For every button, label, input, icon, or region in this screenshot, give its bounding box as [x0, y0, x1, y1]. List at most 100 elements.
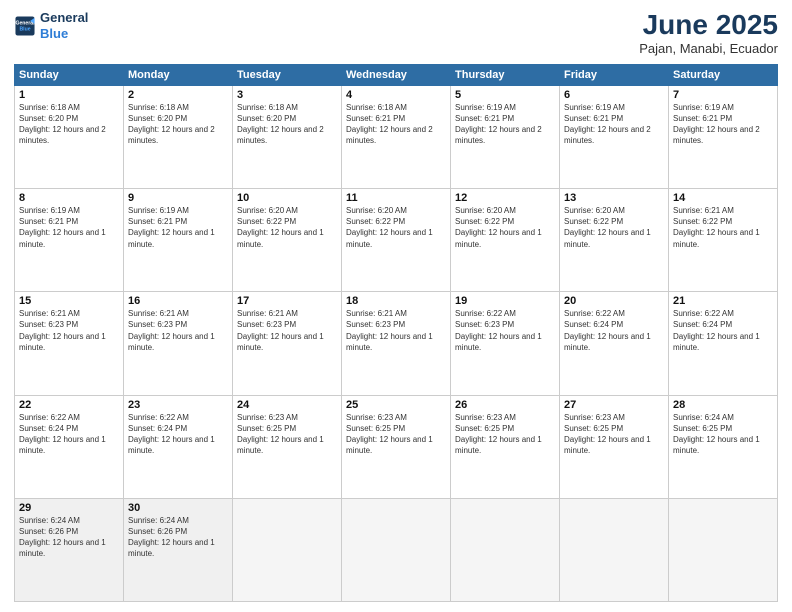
calendar-cell: 28 Sunrise: 6:24 AM Sunset: 6:25 PM Dayl… [669, 395, 778, 498]
sunset-label: Sunset: 6:26 PM [128, 527, 187, 536]
daylight-label: Daylight: 12 hours and 1 minute. [237, 332, 324, 352]
calendar-cell: 29 Sunrise: 6:24 AM Sunset: 6:26 PM Dayl… [15, 498, 124, 601]
sunset-label: Sunset: 6:25 PM [564, 424, 623, 433]
sunrise-label: Sunrise: 6:22 AM [128, 413, 189, 422]
day-number: 3 [237, 89, 337, 101]
week-row-4: 29 Sunrise: 6:24 AM Sunset: 6:26 PM Dayl… [15, 498, 778, 601]
sunset-label: Sunset: 6:25 PM [346, 424, 405, 433]
sunrise-label: Sunrise: 6:20 AM [346, 206, 407, 215]
day-info: Sunrise: 6:18 AM Sunset: 6:20 PM Dayligh… [19, 102, 119, 147]
sunset-label: Sunset: 6:22 PM [237, 217, 296, 226]
day-info: Sunrise: 6:20 AM Sunset: 6:22 PM Dayligh… [346, 205, 446, 250]
sunset-label: Sunset: 6:22 PM [673, 217, 732, 226]
sunset-label: Sunset: 6:25 PM [455, 424, 514, 433]
page: General Blue General Blue June 2025 Paja… [0, 0, 792, 612]
day-info: Sunrise: 6:23 AM Sunset: 6:25 PM Dayligh… [455, 412, 555, 457]
calendar-cell: 22 Sunrise: 6:22 AM Sunset: 6:24 PM Dayl… [15, 395, 124, 498]
daylight-label: Daylight: 12 hours and 1 minute. [19, 332, 106, 352]
sunrise-label: Sunrise: 6:19 AM [564, 103, 625, 112]
day-number: 23 [128, 399, 228, 411]
calendar-cell: 11 Sunrise: 6:20 AM Sunset: 6:22 PM Dayl… [342, 189, 451, 292]
day-info: Sunrise: 6:19 AM Sunset: 6:21 PM Dayligh… [455, 102, 555, 147]
sunrise-label: Sunrise: 6:22 AM [673, 309, 734, 318]
day-number: 12 [455, 192, 555, 204]
sunset-label: Sunset: 6:23 PM [19, 320, 78, 329]
day-number: 28 [673, 399, 773, 411]
day-number: 8 [19, 192, 119, 204]
daylight-label: Daylight: 12 hours and 2 minutes. [19, 125, 106, 145]
sunset-label: Sunset: 6:22 PM [455, 217, 514, 226]
sunrise-label: Sunrise: 6:21 AM [237, 309, 298, 318]
day-number: 22 [19, 399, 119, 411]
day-info: Sunrise: 6:19 AM Sunset: 6:21 PM Dayligh… [19, 205, 119, 250]
logo-text: General Blue [40, 10, 88, 41]
day-info: Sunrise: 6:19 AM Sunset: 6:21 PM Dayligh… [673, 102, 773, 147]
day-number: 1 [19, 89, 119, 101]
day-info: Sunrise: 6:24 AM Sunset: 6:25 PM Dayligh… [673, 412, 773, 457]
calendar-cell: 14 Sunrise: 6:21 AM Sunset: 6:22 PM Dayl… [669, 189, 778, 292]
calendar-subtitle: Pajan, Manabi, Ecuador [639, 41, 778, 56]
day-number: 16 [128, 295, 228, 307]
sunrise-label: Sunrise: 6:20 AM [455, 206, 516, 215]
daylight-label: Daylight: 12 hours and 1 minute. [128, 228, 215, 248]
sunset-label: Sunset: 6:22 PM [564, 217, 623, 226]
day-number: 27 [564, 399, 664, 411]
calendar-cell: 17 Sunrise: 6:21 AM Sunset: 6:23 PM Dayl… [233, 292, 342, 395]
day-number: 13 [564, 192, 664, 204]
day-number: 18 [346, 295, 446, 307]
calendar-cell: 7 Sunrise: 6:19 AM Sunset: 6:21 PM Dayli… [669, 85, 778, 188]
day-info: Sunrise: 6:18 AM Sunset: 6:21 PM Dayligh… [346, 102, 446, 147]
daylight-label: Daylight: 12 hours and 1 minute. [564, 332, 651, 352]
sunrise-label: Sunrise: 6:19 AM [19, 206, 80, 215]
sunset-label: Sunset: 6:24 PM [19, 424, 78, 433]
day-info: Sunrise: 6:20 AM Sunset: 6:22 PM Dayligh… [564, 205, 664, 250]
sunrise-label: Sunrise: 6:19 AM [455, 103, 516, 112]
calendar-cell: 12 Sunrise: 6:20 AM Sunset: 6:22 PM Dayl… [451, 189, 560, 292]
day-info: Sunrise: 6:23 AM Sunset: 6:25 PM Dayligh… [564, 412, 664, 457]
header-day-sunday: Sunday [15, 64, 124, 85]
sunset-label: Sunset: 6:23 PM [346, 320, 405, 329]
day-number: 6 [564, 89, 664, 101]
sunrise-label: Sunrise: 6:22 AM [564, 309, 625, 318]
sunrise-label: Sunrise: 6:18 AM [346, 103, 407, 112]
calendar-cell: 5 Sunrise: 6:19 AM Sunset: 6:21 PM Dayli… [451, 85, 560, 188]
day-number: 9 [128, 192, 228, 204]
calendar-table: SundayMondayTuesdayWednesdayThursdayFrid… [14, 64, 778, 602]
calendar-cell: 23 Sunrise: 6:22 AM Sunset: 6:24 PM Dayl… [124, 395, 233, 498]
daylight-label: Daylight: 12 hours and 1 minute. [19, 435, 106, 455]
daylight-label: Daylight: 12 hours and 1 minute. [455, 435, 542, 455]
sunrise-label: Sunrise: 6:18 AM [237, 103, 298, 112]
calendar-cell: 6 Sunrise: 6:19 AM Sunset: 6:21 PM Dayli… [560, 85, 669, 188]
sunset-label: Sunset: 6:21 PM [455, 114, 514, 123]
calendar-cell: 16 Sunrise: 6:21 AM Sunset: 6:23 PM Dayl… [124, 292, 233, 395]
day-info: Sunrise: 6:19 AM Sunset: 6:21 PM Dayligh… [564, 102, 664, 147]
calendar-cell [233, 498, 342, 601]
daylight-label: Daylight: 12 hours and 2 minutes. [128, 125, 215, 145]
sunrise-label: Sunrise: 6:22 AM [19, 413, 80, 422]
day-info: Sunrise: 6:18 AM Sunset: 6:20 PM Dayligh… [128, 102, 228, 147]
daylight-label: Daylight: 12 hours and 2 minutes. [455, 125, 542, 145]
calendar-cell [451, 498, 560, 601]
calendar-cell: 9 Sunrise: 6:19 AM Sunset: 6:21 PM Dayli… [124, 189, 233, 292]
day-info: Sunrise: 6:22 AM Sunset: 6:24 PM Dayligh… [564, 308, 664, 353]
calendar-cell [342, 498, 451, 601]
header-day-wednesday: Wednesday [342, 64, 451, 85]
day-number: 29 [19, 502, 119, 514]
header: General Blue General Blue June 2025 Paja… [14, 10, 778, 56]
daylight-label: Daylight: 12 hours and 1 minute. [673, 332, 760, 352]
calendar-cell [560, 498, 669, 601]
calendar-title: June 2025 [639, 10, 778, 41]
day-number: 2 [128, 89, 228, 101]
sunrise-label: Sunrise: 6:21 AM [19, 309, 80, 318]
calendar-cell: 19 Sunrise: 6:22 AM Sunset: 6:23 PM Dayl… [451, 292, 560, 395]
sunset-label: Sunset: 6:21 PM [673, 114, 732, 123]
day-number: 10 [237, 192, 337, 204]
calendar-cell: 2 Sunrise: 6:18 AM Sunset: 6:20 PM Dayli… [124, 85, 233, 188]
daylight-label: Daylight: 12 hours and 1 minute. [455, 228, 542, 248]
daylight-label: Daylight: 12 hours and 1 minute. [564, 228, 651, 248]
day-info: Sunrise: 6:23 AM Sunset: 6:25 PM Dayligh… [346, 412, 446, 457]
sunrise-label: Sunrise: 6:19 AM [673, 103, 734, 112]
daylight-label: Daylight: 12 hours and 1 minute. [237, 228, 324, 248]
day-number: 19 [455, 295, 555, 307]
day-info: Sunrise: 6:22 AM Sunset: 6:24 PM Dayligh… [19, 412, 119, 457]
